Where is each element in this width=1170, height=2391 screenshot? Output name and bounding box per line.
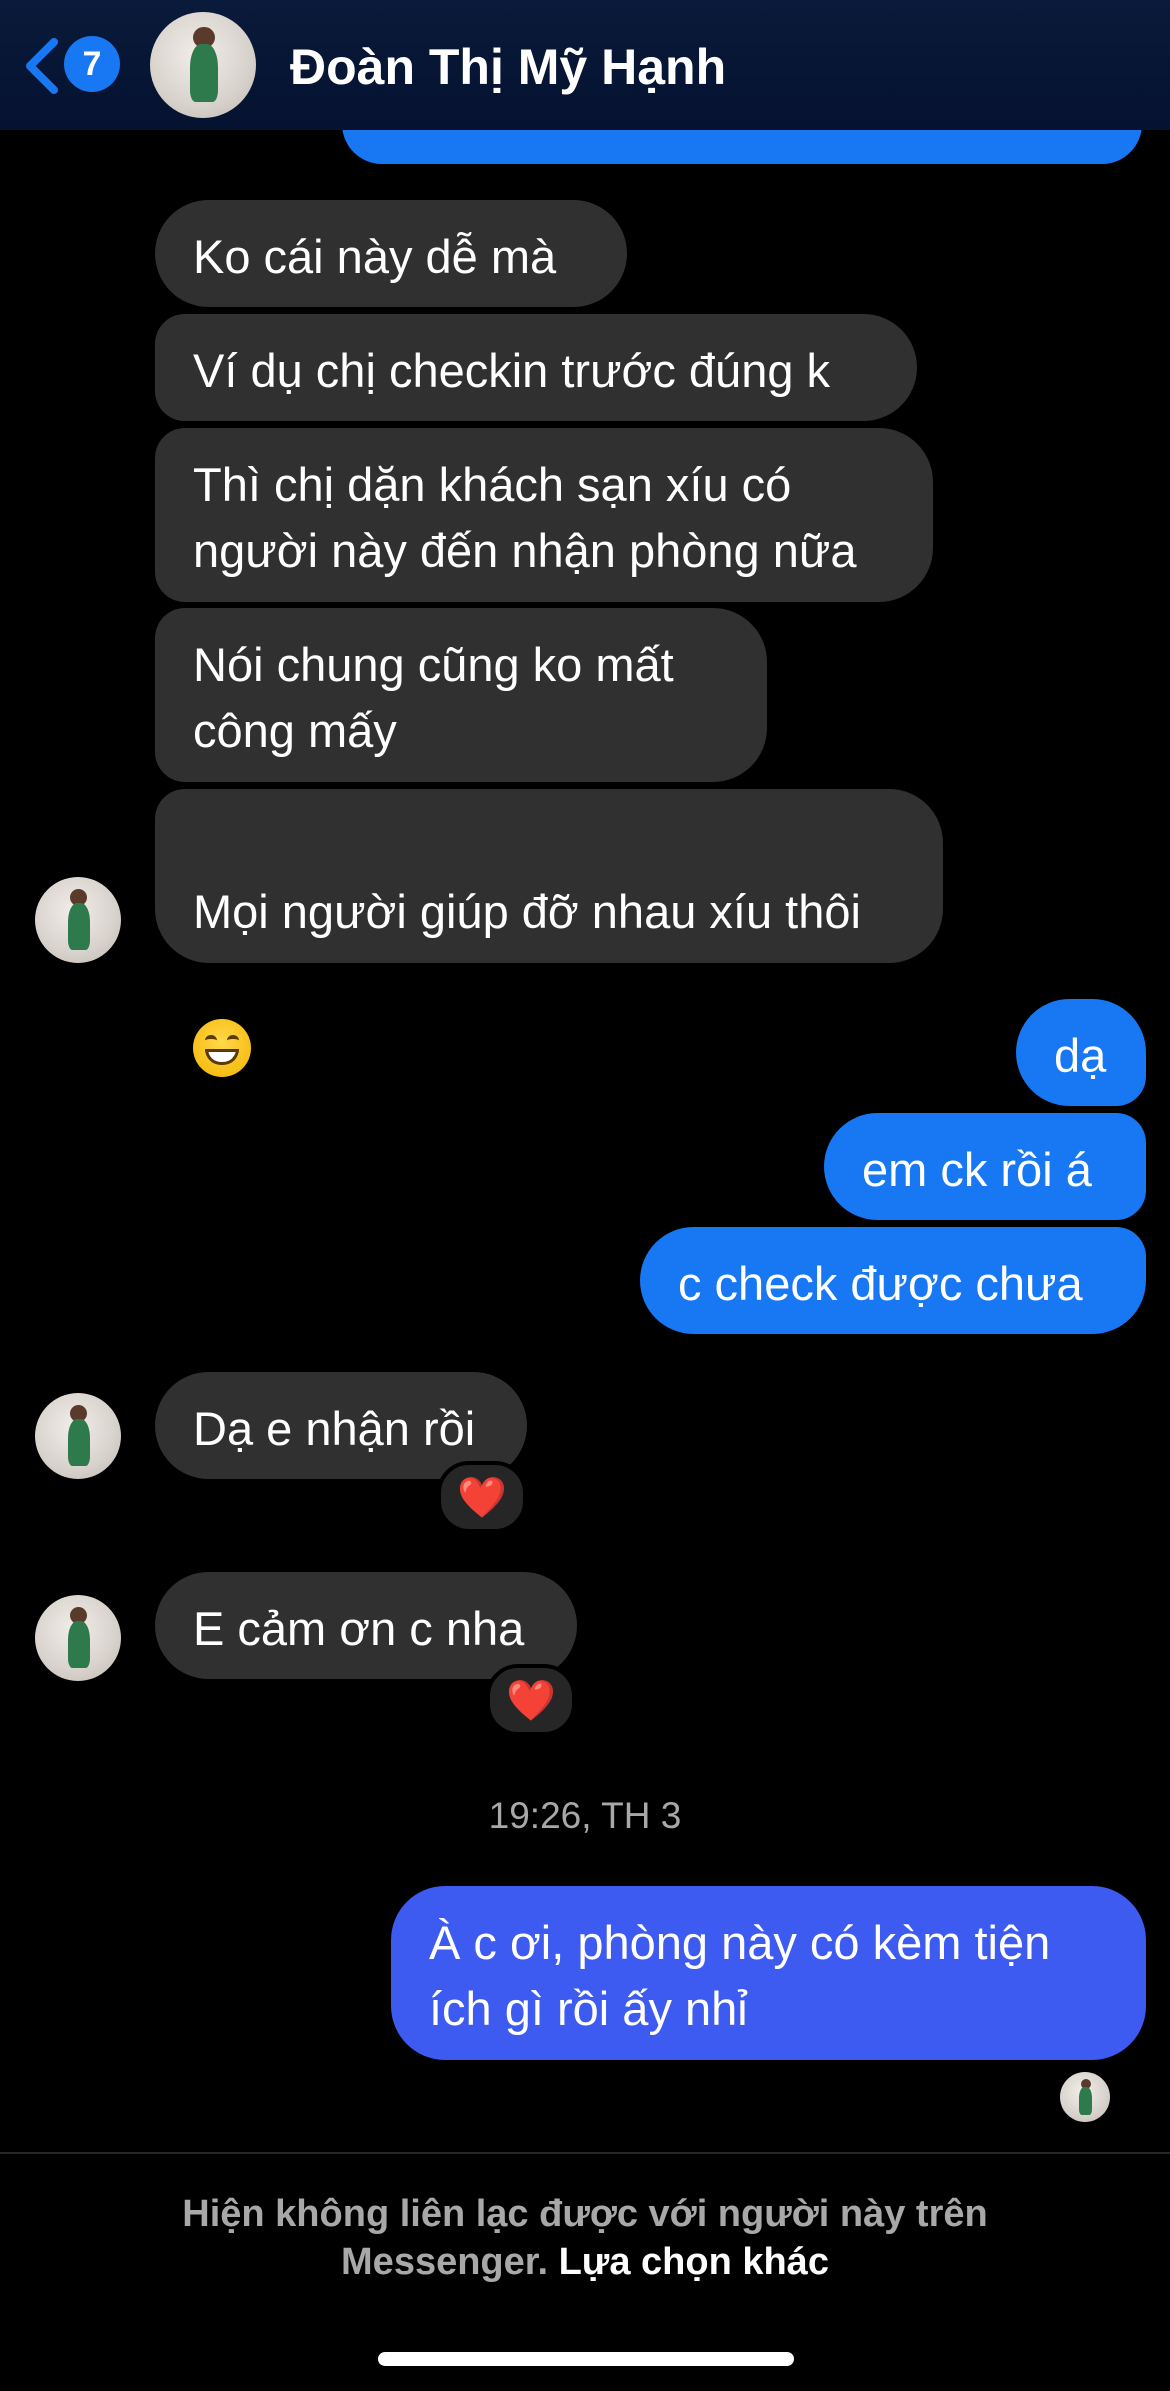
heart-reaction[interactable]: ❤️	[486, 1664, 576, 1736]
message-bubble-incoming[interactable]: Ví dụ chị checkin trước đúng k	[155, 314, 917, 421]
message-timestamp: 19:26, TH 3	[488, 1795, 682, 1836]
unread-count-badge: 7	[64, 36, 120, 92]
home-indicator[interactable]	[378, 2352, 794, 2366]
message-bubble-outgoing[interactable]: À c ơi, phòng này có kèm tiện ích gì rồi…	[391, 1886, 1146, 2060]
heart-reaction[interactable]: ❤️	[437, 1461, 527, 1533]
heart-icon: ❤️	[506, 1678, 556, 1723]
divider	[0, 2152, 1170, 2154]
grinning-face-icon	[193, 1018, 251, 1077]
message-bubble-incoming[interactable]: Thì chị dặn khách sạn xíu có người này đ…	[155, 428, 933, 602]
chevron-left-icon	[26, 38, 58, 94]
sender-avatar[interactable]	[35, 1393, 121, 1479]
message-bubble-outgoing[interactable]: em ck rồi á	[824, 1113, 1146, 1220]
chat-header: 7 Đoàn Thị Mỹ Hạnh	[0, 0, 1170, 130]
unreachable-notice: Hiện không liên lạc được với người này t…	[0, 2190, 1170, 2286]
contact-avatar[interactable]	[150, 12, 256, 118]
sender-avatar[interactable]	[35, 1595, 121, 1681]
message-bubble-incoming[interactable]: Ko cái này dễ mà	[155, 200, 627, 307]
back-button[interactable]: 7	[22, 32, 132, 96]
other-options-link[interactable]: Lựa chọn khác	[559, 2241, 829, 2283]
message-bubble-incoming[interactable]: Mọi người giúp đỡ nhau xíu thôi	[155, 789, 943, 1077]
seen-avatar	[1060, 2072, 1110, 2122]
message-bubble-outgoing[interactable]: c check được chưa	[640, 1227, 1146, 1334]
heart-icon: ❤️	[457, 1475, 507, 1520]
message-text: Mọi người giúp đỡ nhau xíu thôi	[193, 885, 861, 938]
sender-avatar[interactable]	[35, 877, 121, 963]
contact-name[interactable]: Đoàn Thị Mỹ Hạnh	[290, 38, 726, 96]
message-bubble-outgoing[interactable]: dạ	[1016, 999, 1146, 1106]
message-bubble-incoming[interactable]: Nói chung cũng ko mất công mấy	[155, 608, 767, 782]
message-bubble-incoming[interactable]: E cảm ơn c nha	[155, 1572, 577, 1679]
